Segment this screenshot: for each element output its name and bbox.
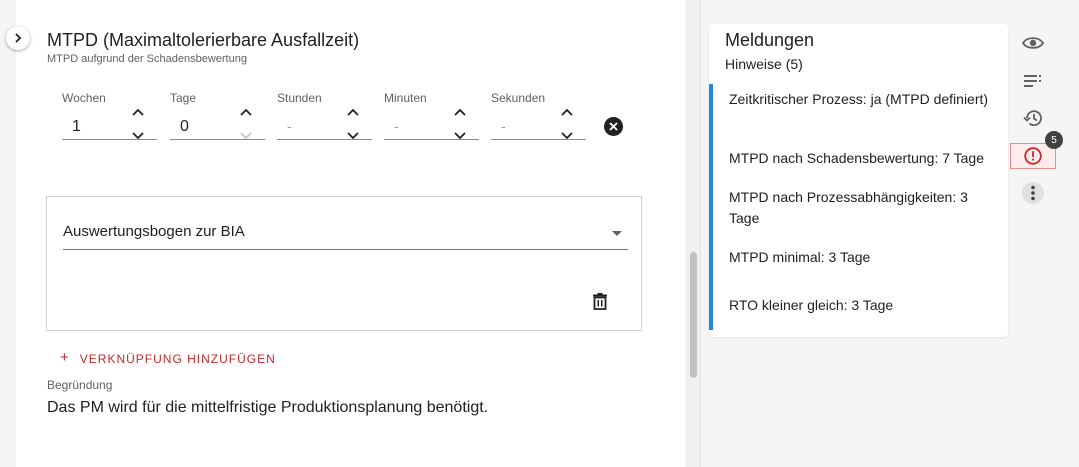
seconds-stepper[interactable] xyxy=(560,108,574,140)
days-label: Tage xyxy=(170,91,197,105)
days-input[interactable]: 0 xyxy=(180,118,189,136)
messages-subtitle: Hinweise (5) xyxy=(725,56,803,72)
chevron-up-icon[interactable] xyxy=(454,108,466,116)
hours-stepper[interactable] xyxy=(346,108,360,140)
hours-input[interactable]: - xyxy=(287,118,292,134)
close-icon xyxy=(609,122,618,131)
seconds-field[interactable]: Sekunden - xyxy=(491,90,586,140)
eye-icon[interactable] xyxy=(1021,31,1045,55)
add-link-button[interactable]: + VERKNÜPFUNG HINZUFÜGEN xyxy=(60,349,276,366)
more-vert-icon[interactable] xyxy=(1021,181,1045,205)
message-item: MTPD minimal: 3 Tage xyxy=(729,249,871,265)
minutes-field[interactable]: Minuten - xyxy=(384,90,479,140)
document-select[interactable]: Auswertungsbogen zur BIA xyxy=(63,217,628,250)
chevron-up-icon[interactable] xyxy=(240,108,252,116)
minutes-stepper[interactable] xyxy=(453,108,467,140)
weeks-stepper[interactable] xyxy=(131,108,145,140)
weeks-underline xyxy=(62,139,157,140)
seconds-input[interactable]: - xyxy=(501,118,506,134)
document-select-value: Auswertungsbogen zur BIA xyxy=(63,223,245,240)
days-stepper[interactable] xyxy=(239,108,253,140)
message-item: Zeitkritischer Prozess: ja (MTPD definie… xyxy=(729,91,989,107)
panel-divider xyxy=(700,0,701,467)
chevron-up-icon[interactable] xyxy=(347,108,359,116)
messages-title: Meldungen xyxy=(725,30,815,50)
weeks-field[interactable]: Wochen 1 xyxy=(62,90,157,140)
clear-duration-button[interactable] xyxy=(604,117,623,136)
reason-text: Das PM wird für die mittelfristige Produ… xyxy=(47,399,489,416)
hours-field[interactable]: Stunden - xyxy=(277,90,372,140)
seconds-underline xyxy=(491,139,586,140)
minutes-input[interactable]: - xyxy=(394,118,399,134)
history-icon[interactable] xyxy=(1021,106,1045,130)
weeks-label: Wochen xyxy=(62,91,106,105)
weeks-input[interactable]: 1 xyxy=(72,118,81,136)
scrollbar-track[interactable] xyxy=(686,0,700,467)
trash-icon xyxy=(593,293,607,310)
hours-underline xyxy=(277,139,372,140)
notification-badge: 5 xyxy=(1045,131,1063,149)
messages-list: Zeitkritischer Prozess: ja (MTPD definie… xyxy=(709,84,1008,330)
scrollbar-thumb[interactable] xyxy=(690,252,697,378)
section-title: MTPD (Maximaltolerierbare Ausfallzeit) xyxy=(47,30,360,50)
reason-label: Begründung xyxy=(47,378,113,392)
section-subtitle: MTPD aufgrund der Schadensbewertung xyxy=(47,53,247,65)
message-item: MTPD nach Prozessabhängigkeiten: 3 Tage xyxy=(729,189,968,226)
chevron-up-icon[interactable] xyxy=(561,108,573,116)
hours-label: Stunden xyxy=(277,91,322,105)
days-field[interactable]: Tage 0 xyxy=(170,90,265,140)
chevron-right-icon xyxy=(15,33,22,43)
delete-link-button[interactable] xyxy=(593,293,613,313)
seconds-label: Sekunden xyxy=(491,91,546,105)
messages-panel: Meldungen Hinweise (5) Zeitkritischer Pr… xyxy=(709,24,1008,337)
main-panel: MTPD (Maximaltolerierbare Ausfallzeit) M… xyxy=(16,0,685,467)
dropdown-arrow-icon xyxy=(612,231,622,236)
minutes-label: Minuten xyxy=(384,91,427,105)
chevron-up-icon[interactable] xyxy=(132,108,144,116)
message-item: RTO kleiner gleich: 3 Tage xyxy=(729,297,894,313)
link-card: Auswertungsbogen zur BIA xyxy=(46,196,642,331)
add-link-label: VERKNÜPFUNG HINZUFÜGEN xyxy=(79,351,276,366)
plus-icon: + xyxy=(60,349,70,366)
message-item: MTPD nach Schadensbewertung: 7 Tage xyxy=(729,150,985,166)
list-icon[interactable] xyxy=(1021,69,1045,93)
minutes-underline xyxy=(384,139,479,140)
info-icon xyxy=(1024,147,1042,165)
days-underline xyxy=(170,139,265,140)
expand-button[interactable] xyxy=(6,26,30,50)
